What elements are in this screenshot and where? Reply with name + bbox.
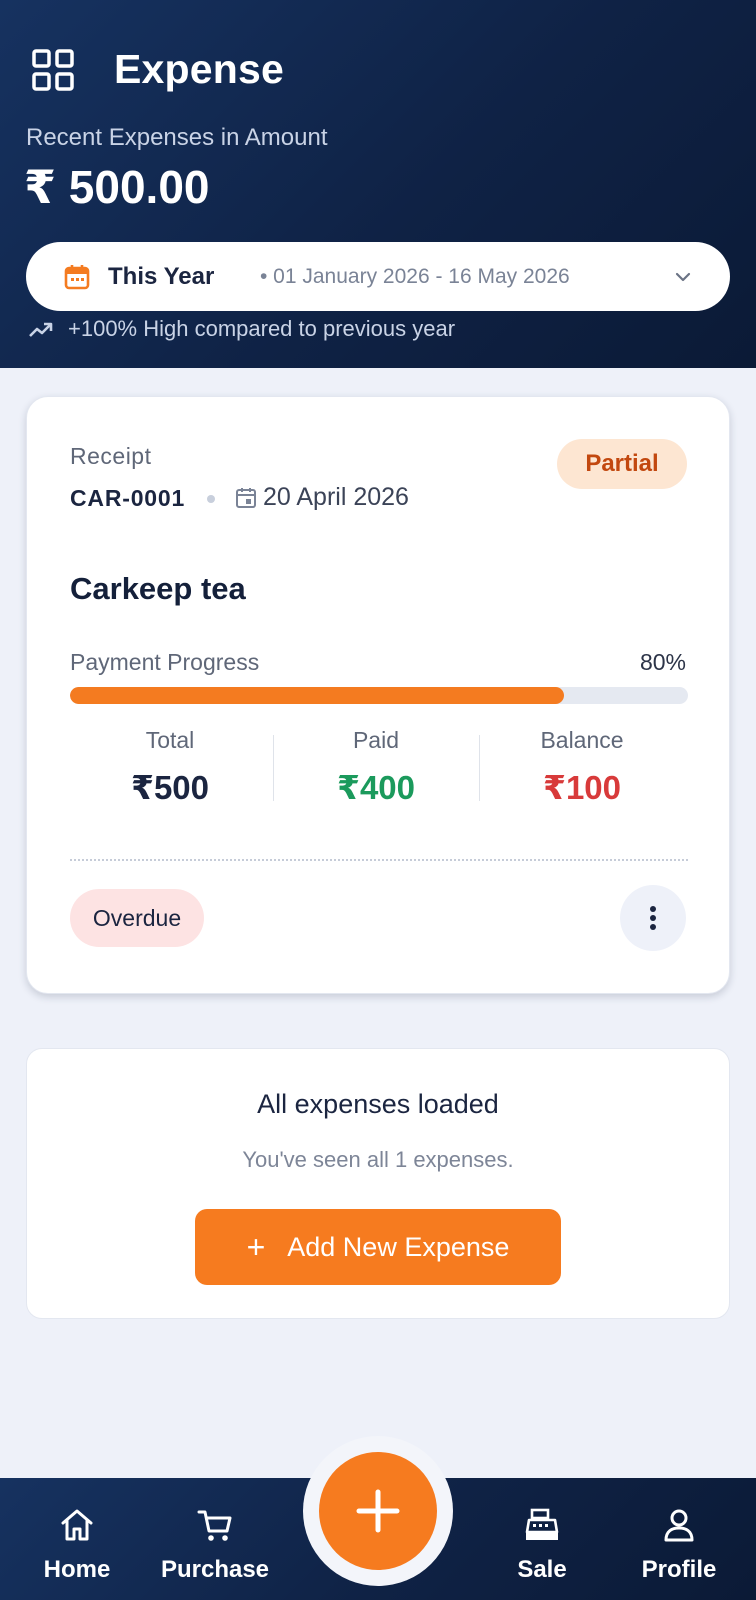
expense-card[interactable]: Receipt CAR-0001 20 April 2026 Partial C… [26, 396, 730, 994]
nav-profile-label: Profile [641, 1556, 717, 1583]
cart-icon [197, 1510, 232, 1541]
stat-total-label: Total [145, 727, 195, 753]
home-icon [61, 1509, 93, 1541]
nav-sale[interactable]: Sale [472, 1478, 612, 1600]
status-badge: Partial [557, 439, 687, 489]
calendar-icon [236, 488, 256, 508]
progress-percent: 80% [639, 649, 686, 675]
cash-register-icon [525, 1508, 559, 1540]
total-amount: ₹ 500.00 [24, 161, 210, 213]
vendor-name: Carkeep tea [70, 571, 246, 606]
plus-icon: + [246, 1229, 266, 1265]
end-of-list-title: All expenses loaded [257, 1089, 499, 1119]
separator-dot [207, 495, 215, 503]
nav-profile[interactable]: Profile [609, 1478, 749, 1600]
nav-sale-label: Sale [517, 1556, 567, 1583]
progress-bar [70, 687, 688, 704]
end-of-list-subtitle: You've seen all 1 expenses. [242, 1147, 514, 1172]
calendar-icon [64, 265, 90, 290]
period-selector[interactable]: This Year • 01 January 2026 - 16 May 202… [26, 242, 730, 311]
page-title: Expense [114, 46, 285, 92]
header-top: Expense [32, 46, 284, 93]
progress-fill [70, 687, 565, 704]
trending-up-icon [29, 322, 53, 337]
trend-indicator: +100% High compared to previous year [28, 316, 455, 342]
nav-home-label: Home [43, 1556, 111, 1583]
overdue-badge: Overdue [70, 889, 204, 947]
stat-balance: Balance ₹100 [479, 727, 685, 807]
more-options-button[interactable] [620, 885, 686, 951]
doc-type: Receipt [70, 443, 152, 469]
header-subtitle: Recent Expenses in Amount [26, 124, 328, 151]
nav-purchase[interactable]: Purchase [145, 1478, 285, 1600]
stat-paid: Paid ₹400 [273, 727, 479, 807]
header: Expense Recent Expenses in Amount ₹ 500.… [0, 0, 756, 368]
progress-label: Payment Progress [70, 649, 260, 675]
dotted-divider [70, 859, 688, 861]
stat-total: Total ₹500 [67, 727, 273, 807]
add-fab-button[interactable] [319, 1452, 437, 1570]
user-icon [664, 1509, 694, 1542]
chevron-down-icon [675, 272, 691, 282]
more-vertical-icon [650, 906, 656, 930]
trend-text: +100% High compared to previous year [68, 316, 456, 341]
stat-balance-value: ₹100 [542, 769, 622, 806]
stat-paid-label: Paid [352, 727, 400, 753]
add-new-expense-label: Add New Expense [287, 1231, 510, 1262]
period-range: • 01 January 2026 - 16 May 2026 [260, 265, 570, 288]
plus-icon [356, 1489, 400, 1533]
stat-total-value: ₹500 [130, 769, 210, 806]
doc-number: CAR-0001 [70, 485, 186, 511]
nav-purchase-label: Purchase [160, 1556, 270, 1583]
add-new-expense-button[interactable]: + Add New Expense [195, 1209, 561, 1285]
doc-date: 20 April 2026 [263, 483, 409, 511]
stat-balance-label: Balance [540, 727, 624, 753]
end-of-list-card: All expenses loaded You've seen all 1 ex… [26, 1048, 730, 1319]
period-label: This Year [108, 263, 215, 290]
grid-menu-icon[interactable] [32, 48, 74, 91]
nav-home[interactable]: Home [7, 1478, 147, 1600]
stat-paid-value: ₹400 [336, 769, 416, 806]
